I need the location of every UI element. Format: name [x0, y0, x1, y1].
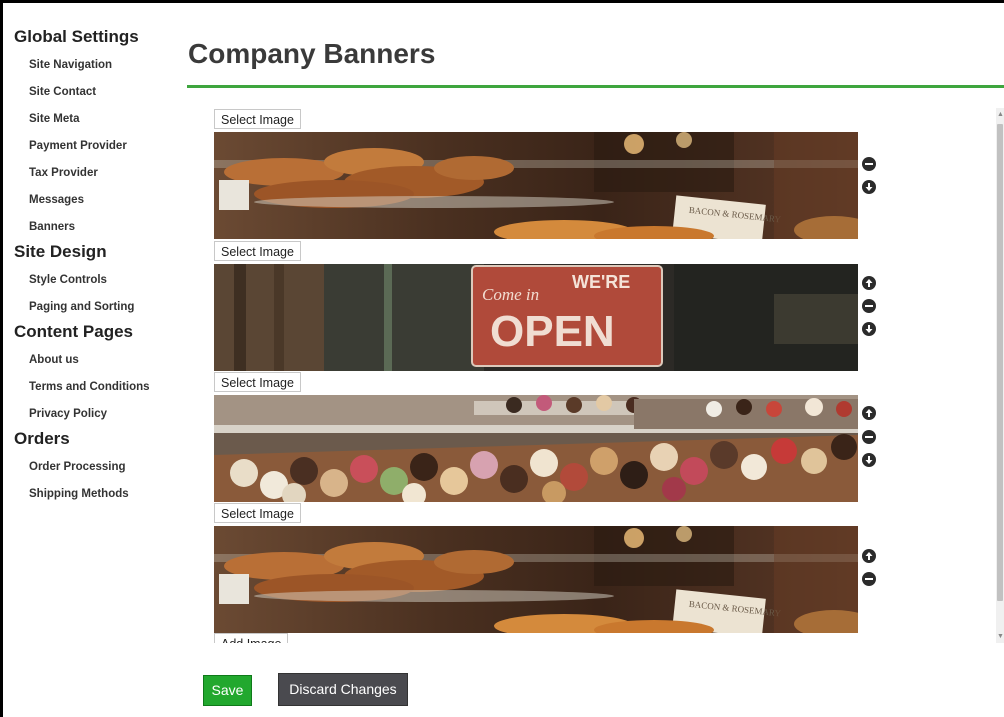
select-image-button-1[interactable]: Select Image	[214, 109, 301, 129]
sidebar-item-privacy-policy[interactable]: Privacy Policy	[14, 401, 184, 428]
remove-banner-icon-3[interactable]	[862, 430, 876, 444]
section-site-design: Site Design	[14, 242, 107, 261]
title-divider	[187, 85, 1004, 88]
were-sign-text: WE'RE	[572, 272, 630, 292]
move-up-icon-4[interactable]	[862, 549, 876, 563]
page-title: Company Banners	[188, 38, 436, 69]
sidebar-item-payment-provider[interactable]: Payment Provider	[14, 133, 184, 160]
open-sign-text: OPEN	[490, 307, 615, 356]
add-image-button[interactable]: Add Image	[214, 633, 289, 643]
banner-image-3	[214, 395, 858, 502]
section-orders: Orders	[14, 429, 70, 448]
sidebar-item-site-meta[interactable]: Site Meta	[14, 106, 184, 133]
move-up-icon-2[interactable]	[862, 276, 876, 290]
add-image-clip: Add Image	[214, 633, 304, 643]
remove-banner-icon-1[interactable]	[862, 157, 876, 171]
come-in-sign-text: Come in	[482, 285, 539, 304]
scroll-down-arrow-icon[interactable]: ▼	[997, 632, 1004, 642]
save-button[interactable]: Save	[203, 675, 252, 706]
sidebar-item-style-controls[interactable]: Style Controls	[14, 267, 184, 294]
sidebar-item-terms-and-conditions[interactable]: Terms and Conditions	[14, 374, 184, 401]
select-image-button-4[interactable]: Select Image	[214, 503, 301, 523]
settings-sidebar: Global Settings Site Navigation Site Con…	[14, 26, 184, 508]
scroll-up-arrow-icon[interactable]: ▲	[997, 110, 1004, 120]
remove-banner-icon-4[interactable]	[862, 572, 876, 586]
sidebar-item-shipping-methods[interactable]: Shipping Methods	[14, 481, 184, 508]
remove-banner-icon-2[interactable]	[862, 299, 876, 313]
move-down-icon-2[interactable]	[862, 322, 876, 336]
select-image-button-2[interactable]: Select Image	[214, 241, 301, 261]
banner-image-4: BACON & ROSEMARY	[214, 526, 858, 633]
sidebar-item-site-contact[interactable]: Site Contact	[14, 79, 184, 106]
scrollbar-thumb[interactable]	[997, 124, 1003, 601]
banner-image-2: Come in WE'RE OPEN	[214, 264, 858, 371]
sidebar-item-messages[interactable]: Messages	[14, 187, 184, 214]
move-down-icon-1[interactable]	[862, 180, 876, 194]
sidebar-item-about-us[interactable]: About us	[14, 347, 184, 374]
sidebar-item-order-processing[interactable]: Order Processing	[14, 454, 184, 481]
sidebar-item-site-navigation[interactable]: Site Navigation	[14, 52, 184, 79]
move-down-icon-3[interactable]	[862, 453, 876, 467]
discard-changes-button[interactable]: Discard Changes	[278, 673, 408, 706]
sidebar-item-paging-and-sorting[interactable]: Paging and Sorting	[14, 294, 184, 321]
sidebar-item-banners[interactable]: Banners	[14, 214, 184, 241]
banner-image-1: BACON & ROSEMARY	[214, 132, 858, 239]
sidebar-item-tax-provider[interactable]: Tax Provider	[14, 160, 184, 187]
select-image-button-3[interactable]: Select Image	[214, 372, 301, 392]
section-global-settings: Global Settings	[14, 27, 139, 46]
section-content-pages: Content Pages	[14, 322, 134, 341]
move-up-icon-3[interactable]	[862, 406, 876, 420]
